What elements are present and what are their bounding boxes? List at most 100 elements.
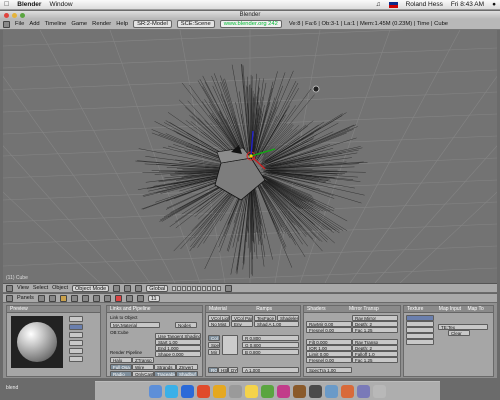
material-subcontext-icon[interactable]: [114, 294, 122, 302]
itunes-icon[interactable]: [197, 384, 210, 398]
scene-context-icon[interactable]: [92, 294, 100, 302]
layer-buttons[interactable]: [172, 285, 222, 291]
shadbuf-button[interactable]: Shadbuf: [176, 371, 198, 376]
material-tab[interactable]: Material: [209, 306, 227, 312]
spotlight-icon[interactable]: ●: [492, 1, 496, 8]
spec-tra-field[interactable]: SpecTra 1.00: [306, 367, 352, 373]
menu-timeline[interactable]: Timeline: [45, 21, 67, 27]
rgb-button[interactable]: RGB: [208, 367, 218, 373]
texture-subcontext-icon[interactable]: [125, 294, 133, 302]
blender-icon[interactable]: [293, 384, 306, 398]
alpha-slider[interactable]: A 1.000: [242, 367, 299, 373]
mail-icon[interactable]: [165, 384, 178, 398]
preferences-icon[interactable]: [229, 384, 242, 398]
wire-button[interactable]: Wire: [132, 364, 154, 370]
app-icon[interactable]: [325, 384, 338, 398]
nodes-button[interactable]: Nodes: [175, 322, 197, 328]
3d-viewport[interactable]: (11) Cube: [3, 30, 497, 283]
trash-icon[interactable]: [373, 384, 386, 398]
texture-clear-button[interactable]: Clear: [448, 330, 470, 336]
no-mist-button[interactable]: No Mist: [208, 321, 230, 327]
menu-game[interactable]: Game: [71, 21, 87, 27]
frame-counter[interactable]: 11: [147, 294, 160, 302]
ramps-tab[interactable]: Ramps: [256, 306, 272, 312]
radio-button[interactable]: Radio: [110, 371, 132, 376]
terminal-icon[interactable]: [261, 384, 274, 398]
zoom-window-icon[interactable]: [20, 12, 25, 18]
app-icon[interactable]: [357, 384, 370, 398]
script-context-icon[interactable]: [48, 294, 56, 302]
volume-icon[interactable]: ♫: [376, 1, 381, 8]
ichat-icon[interactable]: [213, 384, 226, 398]
menu-add[interactable]: Add: [29, 21, 39, 27]
app-icon[interactable]: [341, 384, 354, 398]
ztransp-button[interactable]: ZTransp: [132, 357, 154, 363]
object-context-icon[interactable]: [70, 294, 78, 302]
safari-icon[interactable]: [181, 384, 194, 398]
stickies-icon[interactable]: [245, 384, 258, 398]
preview-monkey-button[interactable]: [69, 340, 83, 346]
transp-fresnel-field[interactable]: Fresnel 0.00: [306, 357, 352, 363]
dyn-button[interactable]: DYN: [228, 367, 238, 373]
viewport-canvas[interactable]: [3, 30, 497, 283]
screen-selector[interactable]: SR:2-Model: [133, 20, 172, 28]
input-flag-icon[interactable]: [388, 1, 398, 8]
full-osa-button[interactable]: Full Osa: [110, 364, 132, 370]
blue-slider[interactable]: B 0.800: [242, 349, 299, 355]
apple-menu-icon[interactable]: : [4, 1, 9, 8]
preview-hair-button[interactable]: [69, 348, 83, 354]
halo-button[interactable]: Halo: [110, 357, 132, 363]
menu-render[interactable]: Render: [92, 21, 111, 27]
mirror-fresnel-field[interactable]: Fresnel 0.00: [306, 327, 352, 333]
shad-alpha-field[interactable]: Shad A 1.00: [254, 321, 299, 327]
orientation-selector[interactable]: Global: [146, 284, 169, 292]
preview-sky-button[interactable]: [69, 356, 83, 362]
menu-select[interactable]: Select: [33, 285, 48, 291]
menubar-clock[interactable]: Fri 8:43 AM: [451, 1, 484, 8]
finder-icon[interactable]: [149, 384, 162, 398]
color-swatch[interactable]: [222, 335, 238, 355]
traceable-button[interactable]: Traceable: [154, 371, 176, 376]
window-type-icon[interactable]: [6, 294, 13, 302]
material-name-field[interactable]: MA:Material: [110, 322, 160, 328]
only-cast-button[interactable]: OnlyCast: [132, 371, 154, 376]
mode-selector[interactable]: Object Mode: [72, 284, 110, 292]
preview-flat-button[interactable]: [69, 316, 83, 322]
close-window-icon[interactable]: [4, 12, 9, 18]
panels-menu[interactable]: Panels: [17, 295, 34, 301]
logic-context-icon[interactable]: [37, 294, 45, 302]
zinvert-button[interactable]: ZInvert: [176, 364, 198, 370]
menu-object[interactable]: Object: [52, 285, 68, 291]
col-button[interactable]: Col: [208, 335, 220, 341]
transp-fac-field[interactable]: Fac 1.25: [352, 357, 398, 363]
app-icon[interactable]: [309, 384, 322, 398]
window-menu[interactable]: Window: [49, 1, 72, 8]
iphoto-icon[interactable]: [277, 384, 290, 398]
map-input-tab[interactable]: Map Input: [439, 306, 461, 312]
strands-button[interactable]: Strands: [154, 364, 176, 370]
minimize-window-icon[interactable]: [12, 12, 17, 18]
texture-tab[interactable]: Texture: [407, 306, 423, 312]
app-menu[interactable]: Blender: [17, 1, 41, 8]
window-type-icon[interactable]: [6, 284, 13, 292]
green-slider[interactable]: G 0.800: [242, 342, 299, 348]
lamp-subcontext-icon[interactable]: [103, 294, 111, 302]
menu-file[interactable]: File: [15, 21, 24, 27]
scene-selector[interactable]: SCE:Scene: [176, 20, 215, 28]
spe-button[interactable]: Spe: [208, 342, 220, 348]
preview-sphere-button[interactable]: [69, 324, 83, 330]
lock-icon[interactable]: [225, 284, 233, 292]
radio-subcontext-icon[interactable]: [136, 294, 144, 302]
draw-type-icon[interactable]: [113, 284, 121, 292]
red-slider[interactable]: R 0.800: [242, 335, 299, 341]
pivot-icon[interactable]: [124, 284, 132, 292]
mir-button[interactable]: Mir: [208, 349, 220, 355]
window-type-icon[interactable]: [3, 20, 10, 28]
editing-context-icon[interactable]: [81, 294, 89, 302]
map-to-tab[interactable]: Map To: [467, 306, 483, 312]
shaders-tab[interactable]: Shaders: [307, 306, 326, 312]
menu-view[interactable]: View: [17, 285, 29, 291]
preview-cube-button[interactable]: [69, 332, 83, 338]
strand-shape-field[interactable]: Shape 0.000: [155, 351, 201, 357]
blender-url[interactable]: www.blender.org 242: [219, 20, 282, 28]
